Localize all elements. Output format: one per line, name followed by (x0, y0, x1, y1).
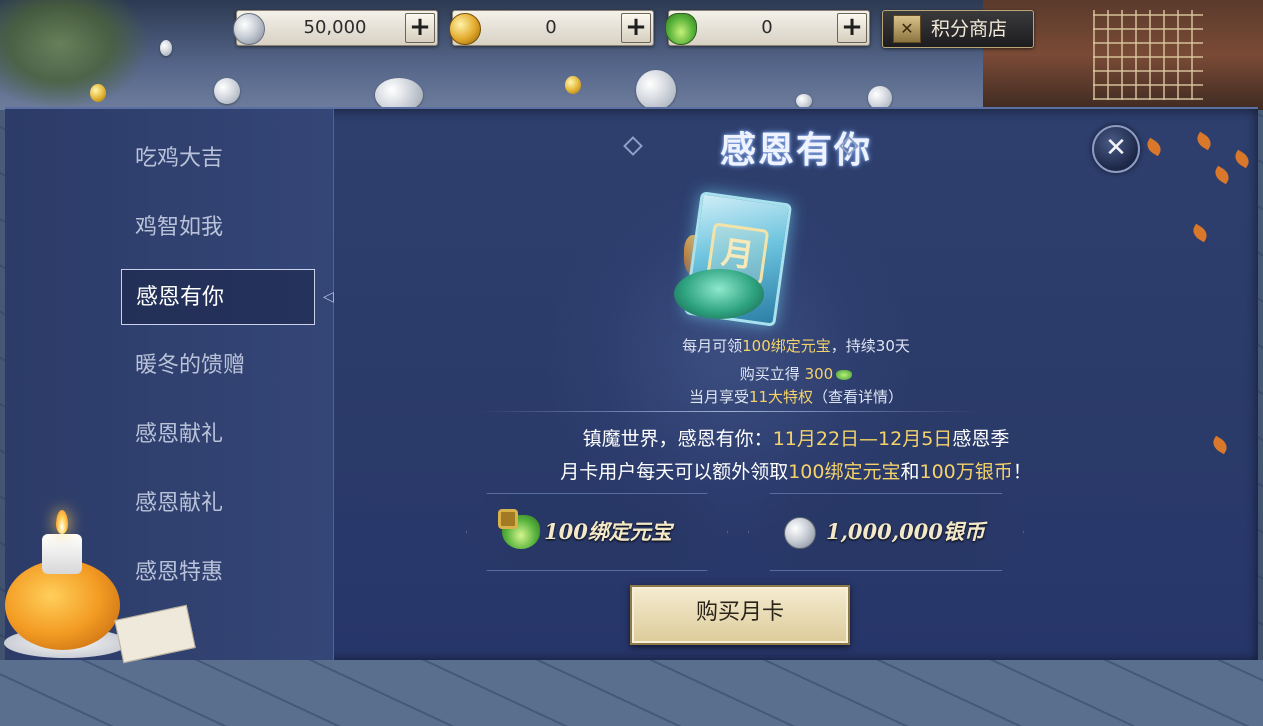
points-shop-label: 积分商店 (931, 18, 1008, 40)
benefit-text: 购买立得 (739, 365, 805, 383)
add-silver-button[interactable]: + (405, 13, 435, 43)
candle-flame-icon (56, 510, 68, 534)
event-panel: 吃鸡大吉 鸡智如我 感恩有你 暖冬的馈赠 感恩献礼 感恩献礼 感恩特惠 ◁ 感恩… (5, 107, 1258, 662)
benefit-highlight: 300 (804, 365, 834, 383)
benefit-text: ，持续30天 (830, 337, 910, 355)
jade-ornament-decoration (674, 269, 764, 319)
event-text: 镇魔世界，感恩有你： (582, 428, 773, 450)
sidebar-item-nuandong-kuizeng[interactable]: 暖冬的馈赠 (121, 338, 315, 394)
silver-coin-icon (784, 517, 816, 549)
sidebar-item-jizhi-ruwo[interactable]: 鸡智如我 (121, 200, 315, 256)
close-button[interactable]: ✕ (1092, 125, 1140, 173)
stone-floor (0, 660, 1263, 726)
section-divider (479, 411, 979, 412)
event-bonus-highlight: 100万银币 (919, 461, 1013, 483)
maple-leaf-icon (1190, 223, 1210, 243)
ingot-amount: 0 (761, 17, 773, 38)
silver-coin-decoration (636, 70, 676, 110)
sidebar-item-ganen-xianli-2[interactable]: 感恩献礼 (121, 476, 315, 532)
sidebar-item-ganen-xianli[interactable]: 感恩献礼 (121, 407, 315, 463)
reward-ingot-label: 100绑定元宝 (544, 519, 672, 544)
sidebar-item-ganen-youni[interactable]: 感恩有你 (121, 269, 315, 325)
gold-currency: 0 + (449, 10, 654, 46)
bound-ingot-icon (498, 509, 540, 549)
event-text: ！ (1012, 461, 1032, 483)
benefit-line-instant: 购买立得 300 (334, 363, 1258, 384)
event-bonus-line: 月卡用户每天可以额外领取100绑定元宝和100万银币！ (334, 457, 1258, 484)
event-text: 月卡用户每天可以额外领取 (560, 461, 789, 483)
benefit-highlight: 11大特权 (748, 388, 814, 406)
ingot-currency: 0 + (665, 10, 870, 46)
gold-coin-decoration (565, 76, 581, 94)
shop-emblem-icon (893, 15, 921, 43)
gold-amount: 0 (545, 17, 557, 38)
event-text: 感恩季 (952, 428, 1010, 450)
sidebar-item-chiji-daji[interactable]: 吃鸡大吉 (121, 131, 315, 187)
points-shop-button[interactable]: 积分商店 (882, 10, 1034, 48)
event-text: 和 (900, 461, 920, 483)
benefit-line-privilege: 当月享受11大特权（查看详情） (334, 386, 1258, 407)
benefit-text: 当月享受 (688, 388, 749, 406)
silver-amount: 50,000 (303, 17, 367, 38)
event-content: 感恩有你 ✕ 月 每月可领100绑定元宝，持续30天 购买立得 300 当月享受… (172, 109, 1258, 661)
event-dates-line: 镇魔世界，感恩有你：11月22日—12月5日感恩季 (334, 424, 1258, 451)
benefit-text: 每月可领 (682, 337, 743, 355)
reward-ingot: 100绑定元宝 (466, 493, 728, 571)
event-bonus-highlight: 100绑定元宝 (788, 461, 901, 483)
silver-currency: 50,000 + (233, 10, 438, 46)
silver-coin-decoration (214, 78, 240, 104)
silver-coin-decoration (796, 94, 812, 108)
gold-coin-decoration (90, 84, 106, 102)
add-gold-button[interactable]: + (621, 13, 651, 43)
silver-coin-icon (233, 13, 265, 45)
jade-ingot-icon (665, 13, 697, 45)
candle-decoration (42, 534, 82, 574)
gold-coin-icon (449, 13, 481, 45)
reward-silver-label: 1,000,000银币 (826, 519, 985, 544)
sidebar-item-ganen-tehui[interactable]: 感恩特惠 (121, 545, 315, 601)
jade-ingot-icon (836, 369, 853, 380)
reward-silver: 1,000,000银币 (748, 493, 1024, 571)
view-details-link[interactable]: （查看详情） (813, 388, 903, 406)
benefit-line-daily: 每月可领100绑定元宝，持续30天 (334, 335, 1258, 356)
add-ingot-button[interactable]: + (837, 13, 867, 43)
currency-bar: 50,000 + 0 + 0 + 积分商店 (0, 10, 1263, 48)
benefit-highlight: 100绑定元宝 (742, 337, 831, 355)
buy-month-card-button[interactable]: 购买月卡 (630, 585, 850, 645)
event-date-highlight: 11月22日—12月5日 (772, 428, 953, 450)
